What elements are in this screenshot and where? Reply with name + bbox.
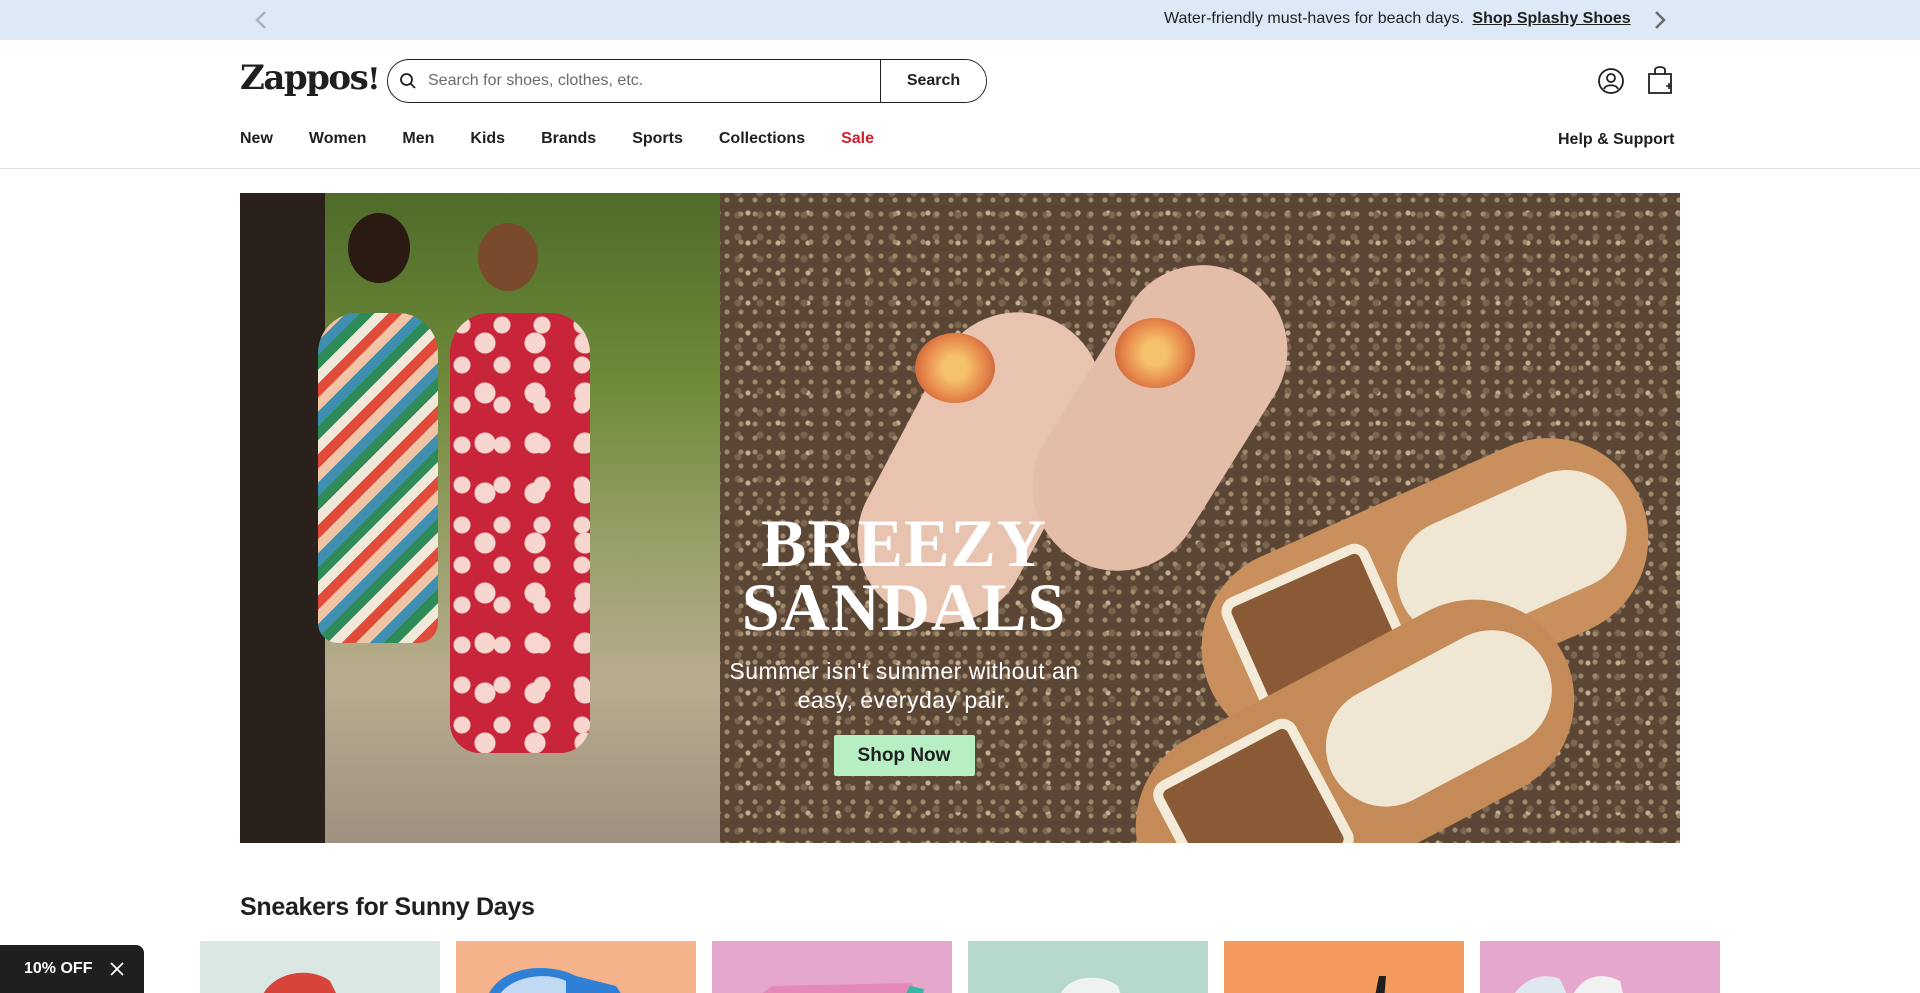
promo-link[interactable]: Shop Splashy Shoes [1472, 10, 1630, 27]
promo-bar: Water-friendly must-haves for beach days… [0, 0, 1920, 40]
model-2-dress [450, 313, 590, 753]
discount-label: 10% OFF [24, 960, 93, 977]
model-2-head [478, 223, 538, 291]
product-card[interactable] [200, 941, 440, 993]
logo[interactable]: Zappos! [240, 58, 380, 98]
logo-text: Zappos [240, 58, 369, 98]
section-title: Sneakers for Sunny Days [240, 893, 535, 921]
header-divider [0, 168, 1920, 169]
promo-text: Water-friendly must-haves for beach days… [1164, 10, 1464, 27]
hero-title: BREEZY SANDALS [720, 505, 1088, 645]
nav-item-women[interactable]: Women [309, 130, 366, 148]
nav-item-sports[interactable]: Sports [632, 130, 683, 148]
product-carousel [200, 941, 1720, 993]
discount-tab[interactable]: 10% OFF [0, 945, 144, 993]
flower-ornament-right [1115, 318, 1195, 388]
search-bar: Search [387, 59, 987, 103]
nav-item-kids[interactable]: Kids [470, 130, 505, 148]
product-card[interactable] [968, 941, 1208, 993]
close-icon[interactable] [110, 962, 124, 976]
product-card[interactable] [456, 941, 696, 993]
nav-item-collections[interactable]: Collections [719, 130, 805, 148]
main-nav: New Women Men Kids Brands Sports Collect… [240, 130, 910, 148]
logo-mark-icon: ! [367, 62, 380, 97]
help-support-link[interactable]: Help & Support [1558, 131, 1674, 149]
chevron-right-icon[interactable] [1650, 9, 1670, 31]
product-card[interactable] [712, 941, 952, 993]
card-bg [1224, 941, 1464, 993]
search-button[interactable]: Search [880, 60, 986, 102]
hero-subtitle: Summer isn't summer without an easy, eve… [729, 658, 1079, 713]
cart-icon[interactable] [1645, 64, 1675, 96]
shop-now-button[interactable]: Shop Now [833, 735, 975, 776]
product-card[interactable] [1224, 941, 1464, 993]
nav-item-brands[interactable]: Brands [541, 130, 596, 148]
search-icon [388, 60, 428, 102]
fence-shape [240, 193, 325, 843]
account-icon[interactable] [1597, 67, 1625, 95]
hero-banner[interactable]: BREEZY SANDALS Summer isn't summer witho… [240, 193, 1680, 843]
model-1-head [348, 213, 410, 283]
chevron-left-icon[interactable] [250, 8, 274, 32]
promo-message: Water-friendly must-haves for beach days… [1164, 10, 1631, 28]
nav-item-men[interactable]: Men [402, 130, 434, 148]
hero-title-line-2: SANDALS [741, 569, 1067, 645]
hero-copy: BREEZY SANDALS Summer isn't summer witho… [720, 505, 1088, 776]
flower-ornament-left [915, 333, 995, 403]
product-card[interactable] [1480, 941, 1720, 993]
hero-title-line-1: BREEZY [761, 505, 1047, 581]
nav-item-new[interactable]: New [240, 130, 273, 148]
nav-item-sale[interactable]: Sale [841, 130, 874, 148]
hero-models-image [240, 193, 720, 843]
model-1-dress [318, 313, 438, 643]
search-input[interactable] [428, 60, 880, 102]
